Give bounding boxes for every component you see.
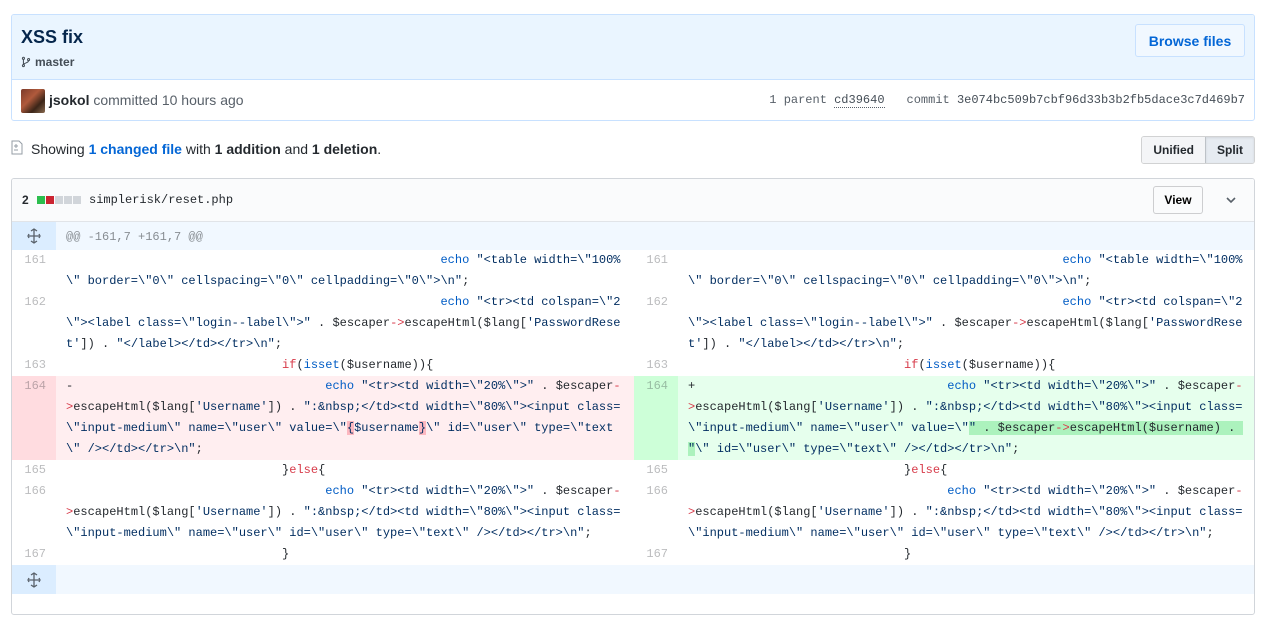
code-line: echo "<tr><td colspan=\"2\"><label class… — [66, 295, 621, 351]
code-line: }else{ — [688, 463, 948, 477]
diffstat-block — [37, 196, 45, 204]
right-side: 163 if(isset($username)){ — [634, 355, 1254, 376]
diffstat-count: 2 — [22, 193, 29, 207]
file-path[interactable]: simplerisk/reset.php — [89, 193, 233, 207]
line-number[interactable]: 166 — [12, 481, 56, 544]
diffstat-block — [73, 196, 81, 204]
committed-time: committed 10 hours ago — [89, 92, 244, 108]
diffstat-bar — [37, 196, 81, 204]
view-file-button[interactable]: View — [1153, 186, 1203, 214]
author-name[interactable]: jsokol — [49, 92, 89, 108]
code-line: echo "<table width=\"100%\" border=\"0\"… — [688, 253, 1243, 288]
line-number[interactable]: 164 — [12, 376, 56, 460]
expand-icon[interactable] — [12, 222, 56, 250]
left-side-deletion: 164- echo "<tr><td width=\"20%\">" . $es… — [12, 376, 634, 460]
code-line: if(isset($username)){ — [282, 358, 434, 372]
and-label: and — [280, 141, 312, 157]
left-side: 163 if(isset($username)){ — [12, 355, 634, 376]
line-number[interactable]: 162 — [634, 292, 678, 355]
additions-count: 1 addition — [214, 141, 281, 157]
author-line: jsokol committed 10 hours ago — [49, 92, 244, 108]
code-line: echo "<table width=\"100%\" border=\"0\"… — [66, 253, 621, 288]
browse-files-button[interactable]: Browse files — [1135, 24, 1245, 57]
right-side: 162 echo "<tr><td colspan=\"2\"><label c… — [634, 292, 1254, 355]
added-code-line: + echo "<tr><td width=\"20%\">" . $escap… — [678, 376, 1254, 460]
diff-view-toggle: Unified Split — [1141, 136, 1255, 164]
hunk-header-text: @@ -161,7 +161,7 @@ — [66, 230, 203, 244]
branch-label[interactable]: master — [21, 55, 74, 69]
file-diff-icon — [11, 140, 23, 155]
code-line: echo "<tr><td colspan=\"2\"><label class… — [688, 295, 1243, 351]
diff-summary-text: Showing 1 changed file with 1 addition a… — [31, 141, 381, 157]
deleted-code-line: - echo "<tr><td width=\"20%\">" . $escap… — [56, 376, 634, 460]
deletions-count: 1 deletion — [311, 141, 378, 157]
code-line: echo "<tr><td width=\"20%\">" . $escaper… — [66, 484, 621, 540]
code-line: if(isset($username)){ — [904, 358, 1056, 372]
commit-info: commit 3e074bc509b7cbf96d33b3b2fb5dace3c… — [907, 93, 1245, 107]
with-label: with — [181, 141, 215, 157]
changed-files-link[interactable]: 1 changed file — [89, 141, 182, 157]
commit-sha[interactable]: 3e074bc509b7cbf96d33b3b2fb5dace3c7d469b7 — [957, 93, 1245, 107]
chevron-down-icon[interactable] — [1224, 193, 1238, 207]
line-number[interactable]: 165 — [12, 460, 56, 481]
diff-table: 161 echo "<table width=\"100%\" border=\… — [12, 250, 1254, 565]
line-number[interactable]: 163 — [634, 355, 678, 376]
code-line: }else{ — [66, 463, 326, 477]
parent-info: 1 parent cd39640 — [769, 93, 885, 108]
diff-summary: Showing 1 changed file with 1 addition a… — [11, 136, 1255, 166]
line-number[interactable]: 167 — [12, 544, 56, 565]
right-side: 166 echo "<tr><td width=\"20%\">" . $esc… — [634, 481, 1254, 544]
parent-sha-link[interactable]: cd39640 — [834, 93, 885, 108]
avatar[interactable] — [21, 89, 45, 113]
unified-view-button[interactable]: Unified — [1142, 137, 1205, 163]
diff-row-changed: 164- echo "<tr><td width=\"20%\">" . $es… — [12, 376, 1254, 460]
line-number[interactable]: 164 — [634, 376, 678, 460]
line-number[interactable]: 161 — [634, 250, 678, 292]
right-side: 167 } — [634, 544, 1254, 565]
commit-title: XSS fix — [21, 27, 84, 47]
expand-icon[interactable] — [12, 565, 56, 594]
parent-label: 1 parent — [769, 93, 835, 107]
line-number[interactable]: 161 — [12, 250, 56, 292]
line-number[interactable]: 167 — [634, 544, 678, 565]
right-side: 161 echo "<table width=\"100%\" border=\… — [634, 250, 1254, 292]
showing-label: Showing — [31, 141, 89, 157]
left-side: 167 } — [12, 544, 634, 565]
left-side: 166 echo "<tr><td width=\"20%\">" . $esc… — [12, 481, 634, 544]
sha-block: 1 parent cd39640 commit 3e074bc509b7cbf9… — [769, 93, 1245, 108]
line-number[interactable]: 163 — [12, 355, 56, 376]
diff-row: 162 echo "<tr><td colspan=\"2\"><label c… — [12, 292, 1254, 355]
commit-label: commit — [906, 93, 957, 107]
hunk-footer — [12, 565, 1254, 594]
line-number[interactable]: 165 — [634, 460, 678, 481]
right-side-addition: 164 + echo "<tr><td width=\"20%\">" . $es… — [634, 376, 1254, 460]
diff-row: 165 }else{ 165 }else{ — [12, 460, 1254, 481]
diff-row: 163 if(isset($username)){ 163 if(isset($… — [12, 355, 1254, 376]
code-line: } — [688, 547, 912, 561]
diffstat-block — [55, 196, 63, 204]
commit-meta: jsokol committed 10 hours ago 1 parent c… — [12, 80, 1254, 120]
file-header: 2 simplerisk/reset.php View — [12, 179, 1254, 222]
left-side: 165 }else{ — [12, 460, 634, 481]
commit-title-area: XSS fix master Browse files — [12, 15, 1254, 80]
branch-name: master — [35, 55, 75, 69]
file-diff: 2 simplerisk/reset.php View @@ -161,7 +1… — [11, 178, 1255, 615]
code-line: echo "<tr><td width=\"20%\">" . $escaper… — [688, 484, 1243, 540]
left-side: 162 echo "<tr><td colspan=\"2\"><label c… — [12, 292, 634, 355]
code-line: } — [66, 547, 290, 561]
diff-row: 166 echo "<tr><td width=\"20%\">" . $esc… — [12, 481, 1254, 544]
branch-icon — [21, 56, 31, 68]
split-view-button[interactable]: Split — [1205, 137, 1254, 163]
commit-header: XSS fix master Browse files jsokol commi… — [11, 14, 1255, 121]
period: . — [377, 141, 382, 157]
line-number[interactable]: 166 — [634, 481, 678, 544]
diff-row: 167 } 167 } — [12, 544, 1254, 565]
diffstat-block — [46, 196, 54, 204]
diff-row: 161 echo "<table width=\"100%\" border=\… — [12, 250, 1254, 292]
hunk-header: @@ -161,7 +161,7 @@ — [12, 222, 1254, 250]
right-side: 165 }else{ — [634, 460, 1254, 481]
diffstat-block — [64, 196, 72, 204]
left-side: 161 echo "<table width=\"100%\" border=\… — [12, 250, 634, 292]
line-number[interactable]: 162 — [12, 292, 56, 355]
